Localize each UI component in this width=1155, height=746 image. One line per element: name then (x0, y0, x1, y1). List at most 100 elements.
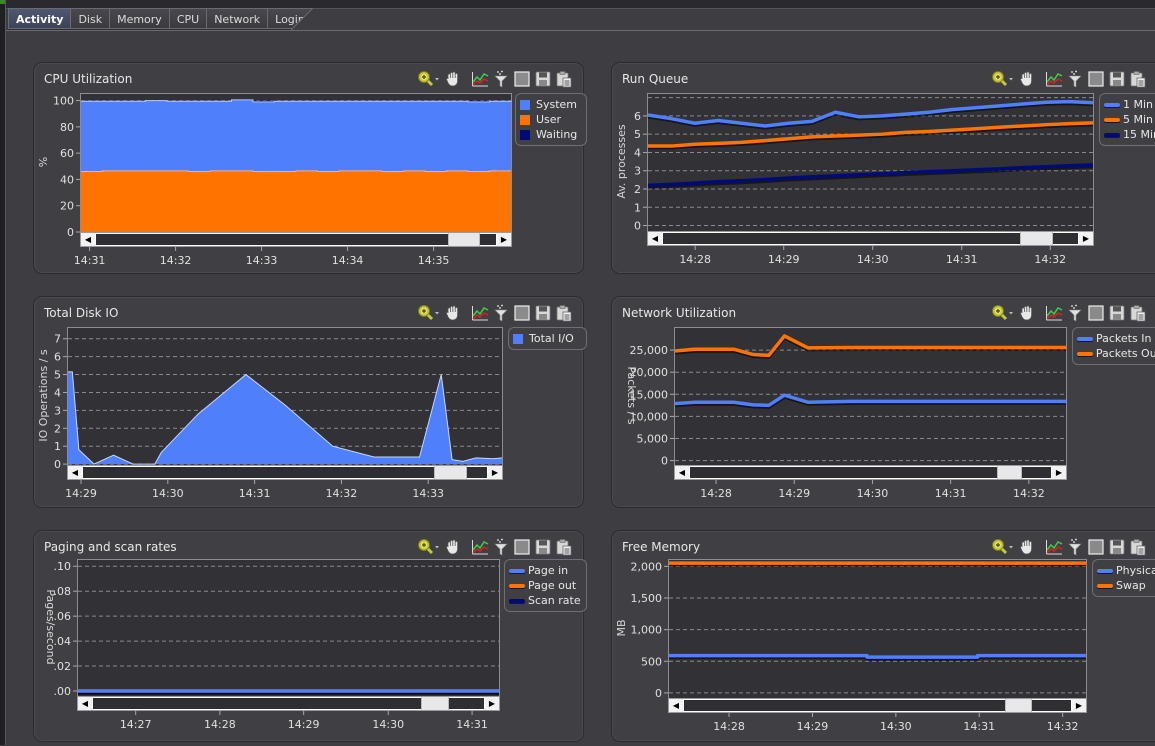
scroll-right-button[interactable]: ▶ (497, 233, 511, 246)
clipboard-icon[interactable] (1129, 538, 1147, 556)
x-tick-label: 14:29 (288, 718, 320, 731)
clipboard-icon[interactable] (555, 538, 573, 556)
chart-type-icon[interactable] (1045, 70, 1063, 88)
legend-item[interactable]: 5 Min (1104, 112, 1155, 127)
y-tick-label: .06 (54, 610, 72, 623)
window-icon[interactable] (1087, 304, 1105, 322)
chart-type-icon[interactable] (471, 538, 489, 556)
chart-type-icon[interactable] (471, 70, 489, 88)
legend-swatch (520, 129, 530, 140)
filter-icon[interactable] (1066, 70, 1084, 88)
x-tick-label: 14:32 (1034, 253, 1066, 266)
panel-title: Run Queue (622, 72, 689, 86)
pan-hand-icon[interactable] (444, 538, 462, 556)
filter-icon[interactable] (492, 538, 510, 556)
scroll-left-button[interactable]: ◀ (648, 232, 662, 245)
window-icon[interactable] (513, 304, 531, 322)
legend-item[interactable]: Packets In (1077, 331, 1155, 346)
chart-scrollbar[interactable]: ◀ ▶ (674, 465, 1067, 480)
zoom-icon[interactable] (991, 538, 1015, 556)
zoom-icon[interactable] (991, 70, 1015, 88)
save-icon[interactable] (1108, 538, 1126, 556)
filter-icon[interactable] (1066, 304, 1084, 322)
pan-hand-icon[interactable] (1018, 538, 1036, 556)
scroll-thumb[interactable] (434, 466, 467, 479)
scroll-left-button[interactable]: ◀ (81, 233, 95, 246)
zoom-icon[interactable] (417, 538, 441, 556)
pan-hand-icon[interactable] (1018, 70, 1036, 88)
save-icon[interactable] (534, 304, 552, 322)
chart-toolbar (417, 70, 573, 88)
filter-icon[interactable] (1066, 538, 1084, 556)
legend-item[interactable]: 1 Min (1104, 97, 1155, 112)
chart-scrollbar[interactable]: ◀ ▶ (80, 232, 512, 247)
tab-network[interactable]: Network (206, 8, 268, 29)
scroll-right-button[interactable]: ▶ (1079, 232, 1093, 245)
zoom-icon[interactable] (417, 70, 441, 88)
clipboard-icon[interactable] (1129, 304, 1147, 322)
clipboard-icon[interactable] (555, 70, 573, 88)
scroll-thumb[interactable] (421, 697, 449, 710)
y-tick-label: 40 (60, 173, 74, 186)
legend-item[interactable]: Packets Out (1077, 346, 1155, 361)
scroll-left-button[interactable]: ◀ (669, 699, 683, 712)
scroll-left-button[interactable]: ◀ (675, 466, 689, 479)
scroll-left-button[interactable]: ◀ (78, 697, 92, 710)
scroll-right-button[interactable]: ▶ (485, 697, 499, 710)
tab-disk[interactable]: Disk (70, 8, 110, 29)
legend-item[interactable]: System (520, 97, 582, 112)
legend-item[interactable]: Page out (509, 578, 582, 593)
chart-type-icon[interactable] (1045, 304, 1063, 322)
pan-hand-icon[interactable] (1018, 304, 1036, 322)
chart-type-icon[interactable] (471, 304, 489, 322)
chart-scrollbar[interactable]: ◀ ▶ (77, 696, 500, 711)
scroll-thumb[interactable] (996, 466, 1023, 479)
legend-item[interactable]: Page in (509, 563, 582, 578)
filter-icon[interactable] (492, 70, 510, 88)
save-icon[interactable] (534, 538, 552, 556)
window-icon[interactable] (513, 70, 531, 88)
y-tick-label: 3 (54, 404, 61, 417)
legend-item[interactable]: Total I/O (513, 331, 582, 346)
legend-item[interactable]: Physical (1097, 563, 1155, 578)
scroll-thumb[interactable] (448, 233, 480, 246)
zoom-icon[interactable] (991, 304, 1015, 322)
clipboard-icon[interactable] (1129, 70, 1147, 88)
chart-scrollbar[interactable]: ◀ ▶ (647, 231, 1094, 246)
filter-icon[interactable] (492, 304, 510, 322)
scroll-thumb[interactable] (1005, 699, 1033, 712)
chart-scrollbar[interactable]: ◀ ▶ (67, 465, 503, 480)
paging-panel: Paging and scan rates .00 .02 .04 .06 .08 .10 1… (33, 530, 587, 742)
scroll-right-button[interactable]: ▶ (1052, 466, 1066, 479)
pan-hand-icon[interactable] (444, 304, 462, 322)
pan-hand-icon[interactable] (444, 70, 462, 88)
y-tick-label: 0 (67, 226, 74, 239)
clipboard-icon[interactable] (555, 304, 573, 322)
legend-swatch (513, 333, 523, 344)
chart-type-icon[interactable] (1045, 538, 1063, 556)
legend-item[interactable]: Swap (1097, 578, 1155, 593)
scroll-track[interactable] (663, 233, 1078, 244)
scroll-right-button[interactable]: ▶ (1072, 699, 1086, 712)
window-icon[interactable] (513, 538, 531, 556)
tab-memory[interactable]: Memory (109, 8, 169, 29)
legend-item[interactable]: 15 Min (1104, 127, 1155, 142)
scroll-left-button[interactable]: ◀ (68, 466, 82, 479)
save-icon[interactable] (1108, 304, 1126, 322)
scroll-thumb[interactable] (1019, 232, 1054, 245)
save-icon[interactable] (1108, 70, 1126, 88)
window-icon[interactable] (1087, 70, 1105, 88)
scroll-track[interactable] (96, 234, 496, 245)
legend-item[interactable]: Waiting (520, 127, 582, 142)
chart-scrollbar[interactable]: ◀ ▶ (668, 698, 1087, 713)
tab-activity[interactable]: Activity (8, 8, 71, 29)
window-icon[interactable] (1087, 538, 1105, 556)
scroll-right-button[interactable]: ▶ (488, 466, 502, 479)
y-tick-label: 100 (53, 95, 74, 108)
legend-item[interactable]: Scan rate (509, 593, 582, 608)
legend-item[interactable]: User (520, 112, 582, 127)
zoom-icon[interactable] (417, 304, 441, 322)
scroll-track[interactable] (83, 467, 487, 478)
tab-cpu[interactable]: CPU (168, 8, 207, 29)
save-icon[interactable] (534, 70, 552, 88)
